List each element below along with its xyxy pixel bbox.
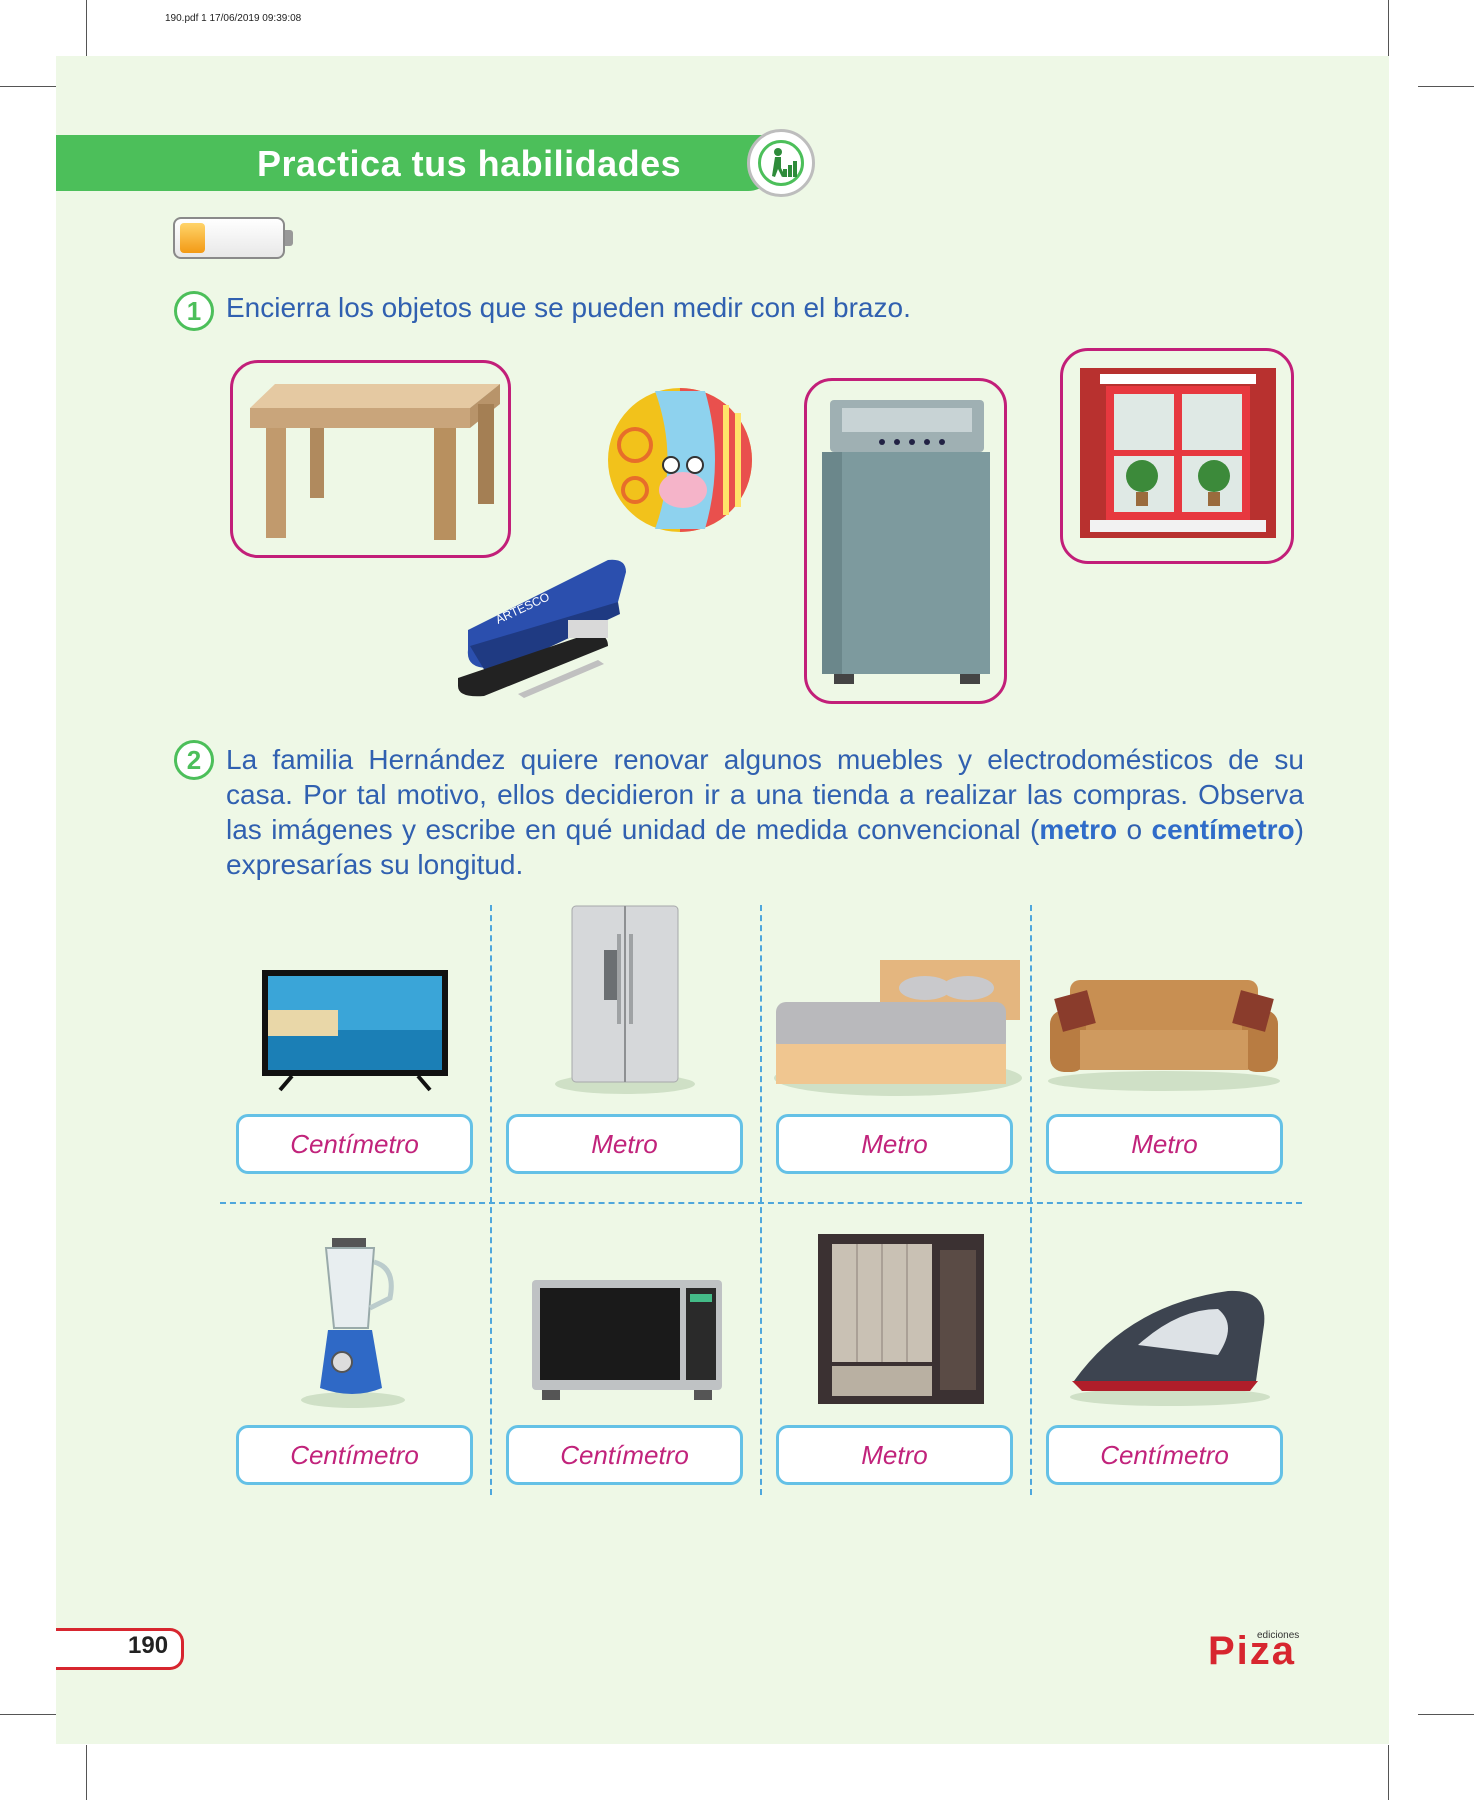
battery-tip: [285, 230, 293, 246]
grid-divider: [490, 905, 492, 1495]
crop-mark: [86, 1745, 87, 1800]
answer-sofa[interactable]: Metro: [1046, 1114, 1283, 1174]
crop-mark: [86, 0, 87, 58]
unit-metro-bold: metro: [1039, 814, 1118, 845]
crop-mark: [0, 86, 58, 87]
washing-machine-image: [822, 400, 990, 684]
crop-mark: [1418, 86, 1474, 87]
grid-divider: [760, 905, 762, 1495]
print-meta: 190.pdf 1 17/06/2019 09:39:08: [165, 13, 302, 24]
table-image: [250, 384, 500, 540]
skills-badge: [747, 129, 815, 197]
page-title: Practica tus habilidades: [257, 143, 682, 184]
unit-centimetro-bold: centímetro: [1151, 814, 1295, 845]
exercise1-instruction: Encierra los objetos que se pueden medir…: [226, 292, 911, 323]
microwave-image: [532, 1280, 722, 1400]
answer-iron[interactable]: Centímetro: [1046, 1425, 1283, 1485]
answer-wardrobe[interactable]: Metro: [776, 1425, 1013, 1485]
window-image: [1080, 368, 1276, 538]
television-image: [262, 970, 448, 1092]
exercise2-instruction: La familia Hernández quiere renovar algu…: [226, 742, 1304, 882]
answer-refrigerator[interactable]: Metro: [506, 1114, 743, 1174]
refrigerator-image: [555, 905, 695, 1094]
climbing-person-icon: [758, 140, 804, 186]
stapler-image: ARTESCO: [458, 559, 626, 698]
crop-mark: [1388, 1745, 1389, 1800]
exercise-number-2: 2: [174, 740, 214, 780]
answer-blender[interactable]: Centímetro: [236, 1425, 473, 1485]
crop-mark: [0, 1714, 58, 1715]
wardrobe-image: [818, 1234, 984, 1404]
crop-mark: [1418, 1714, 1474, 1715]
answer-microwave[interactable]: Centímetro: [506, 1425, 743, 1485]
exercise-number-1: 1: [174, 291, 214, 331]
iron-image: [1070, 1290, 1270, 1406]
exercise2-text-mid: o: [1117, 814, 1152, 845]
grid-divider: [1030, 905, 1032, 1495]
blender-image: [301, 1238, 405, 1408]
grid-divider: [220, 1202, 1302, 1204]
battery-fill: [180, 223, 205, 253]
sofa-image: [1048, 980, 1280, 1091]
publisher-logo-small: ediciones: [1257, 1630, 1300, 1641]
answer-television[interactable]: Centímetro: [236, 1114, 473, 1174]
page-number: 190: [128, 1632, 169, 1659]
bed-image: [774, 960, 1022, 1096]
difficulty-battery: [173, 217, 285, 259]
crop-mark: [1388, 0, 1389, 58]
answer-bed[interactable]: Metro: [776, 1114, 1013, 1174]
toy-ball-image: [608, 388, 752, 532]
